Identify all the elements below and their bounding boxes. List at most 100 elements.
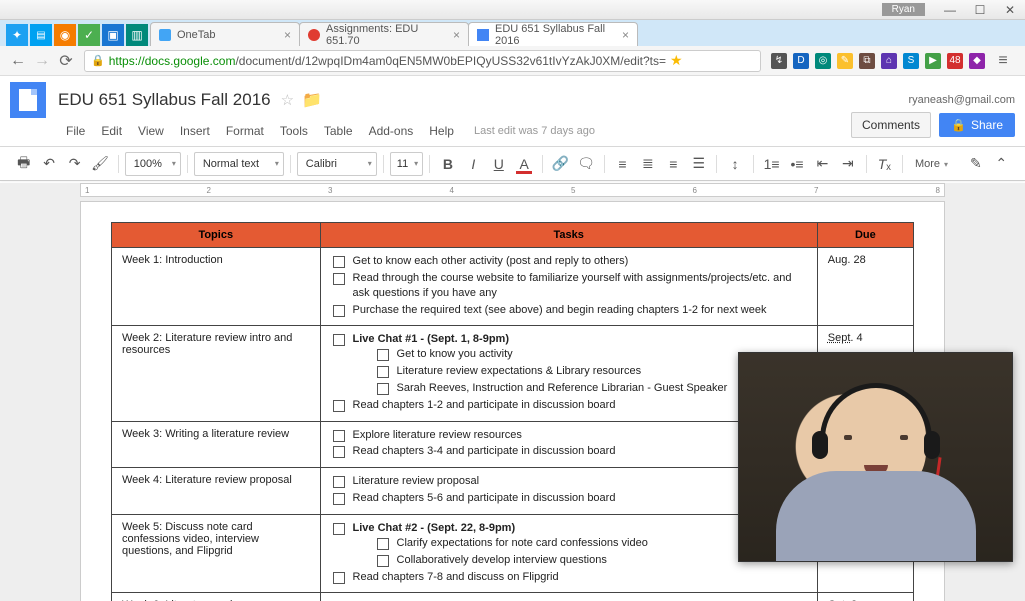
extension-icon[interactable]: D: [793, 53, 809, 69]
extension-badge-icon[interactable]: 48: [947, 53, 963, 69]
browser-menu-icon[interactable]: ≡: [991, 49, 1015, 73]
clear-format-icon[interactable]: Tₓ: [873, 152, 896, 176]
align-center-icon[interactable]: ≣: [636, 152, 659, 176]
gdocs-logo-icon[interactable]: [10, 82, 46, 118]
forward-button[interactable]: →: [30, 49, 54, 73]
table-row[interactable]: Week 1: IntroductionGet to know each oth…: [112, 248, 914, 326]
browser-tab-canvas[interactable]: Assignments: EDU 651.70 ×: [299, 22, 469, 46]
align-right-icon[interactable]: ≡: [662, 152, 685, 176]
pinned-tab[interactable]: ▥: [126, 24, 148, 46]
menus-row: File Edit View Insert Format Tools Table…: [0, 118, 1025, 146]
share-button[interactable]: 🔒 Share: [939, 113, 1015, 137]
docs-header: EDU 651 Syllabus Fall 2016 ☆ 📁 ryaneash@…: [0, 76, 1025, 147]
webcam-overlay: [738, 352, 1013, 562]
extension-icon[interactable]: ✎: [837, 53, 853, 69]
font-size-dropdown[interactable]: 11: [390, 152, 423, 176]
user-email[interactable]: ryaneash@gmail.com: [908, 94, 1015, 106]
tab-label: Assignments: EDU 651.70: [326, 23, 449, 47]
bookmark-star-icon[interactable]: ★: [670, 52, 683, 69]
font-dropdown[interactable]: Calibri: [297, 152, 377, 176]
ruler-mark: 6: [693, 186, 697, 195]
cell-topic[interactable]: Week 3: Writing a literature review: [112, 421, 321, 468]
comments-button[interactable]: Comments: [851, 112, 931, 138]
window-close-button[interactable]: ✕: [995, 0, 1025, 20]
pinned-tab[interactable]: ▤: [30, 24, 52, 46]
link-icon[interactable]: 🔗: [549, 152, 572, 176]
star-icon[interactable]: ☆: [281, 91, 294, 109]
menu-tools[interactable]: Tools: [272, 120, 316, 142]
pinned-tab[interactable]: ◉: [54, 24, 76, 46]
browser-tab-docs[interactable]: EDU 651 Syllabus Fall 2016 ×: [468, 22, 638, 46]
col-topics: Topics: [112, 223, 321, 248]
ruler[interactable]: 1 2 3 4 5 6 7 8: [80, 183, 945, 197]
extension-icon[interactable]: ◎: [815, 53, 831, 69]
extension-icon[interactable]: ▶: [925, 53, 941, 69]
extension-icon[interactable]: ⧉: [859, 53, 875, 69]
line-spacing-icon[interactable]: ↕: [723, 152, 746, 176]
document-title[interactable]: EDU 651 Syllabus Fall 2016: [58, 90, 271, 110]
decrease-indent-icon[interactable]: ⇤: [811, 152, 834, 176]
cell-topic[interactable]: Week 4: Literature review proposal: [112, 468, 321, 515]
lock-icon: 🔒: [91, 54, 105, 67]
more-button[interactable]: More: [909, 158, 962, 170]
cell-tasks[interactable]: Get to know each other activity (post an…: [320, 248, 817, 326]
align-justify-icon[interactable]: ☰: [687, 152, 710, 176]
cell-due[interactable]: Oct. 2: [817, 593, 913, 601]
table-row[interactable]: Week 6: Literature reviewLiterature revi…: [112, 593, 914, 601]
pinned-tab[interactable]: ▣: [102, 24, 124, 46]
menu-insert[interactable]: Insert: [172, 120, 218, 142]
underline-icon[interactable]: U: [487, 152, 510, 176]
chevron-up-icon[interactable]: ⌃: [990, 152, 1013, 176]
comment-icon[interactable]: 🗨: [574, 152, 597, 176]
zoom-dropdown[interactable]: 100%: [125, 152, 181, 176]
edit-mode-icon[interactable]: ✎: [964, 152, 987, 176]
cell-topic[interactable]: Week 5: Discuss note card confessions vi…: [112, 514, 321, 592]
col-due: Due: [817, 223, 913, 248]
extension-icon[interactable]: ⌂: [881, 53, 897, 69]
tab-close-icon[interactable]: ×: [280, 28, 291, 42]
folder-icon[interactable]: 📁: [302, 90, 322, 110]
cell-topic[interactable]: Week 1: Introduction: [112, 248, 321, 326]
tab-label: EDU 651 Syllabus Fall 2016: [495, 23, 618, 47]
browser-tab-onetab[interactable]: OneTab ×: [150, 22, 300, 46]
style-dropdown[interactable]: Normal text: [194, 152, 284, 176]
paint-format-icon[interactable]: 🖌: [88, 152, 111, 176]
bulleted-list-icon[interactable]: •≡: [785, 152, 808, 176]
cell-topic[interactable]: Week 2: Literature review intro and reso…: [112, 326, 321, 421]
url-path: /document/d/12wpqIDm4am0qEN5MW0bEPIQyUSS…: [235, 54, 666, 68]
cell-tasks[interactable]: Literature review annotated bibliography…: [320, 593, 817, 601]
extension-icon[interactable]: ◆: [969, 53, 985, 69]
menu-table[interactable]: Table: [316, 120, 361, 142]
menu-edit[interactable]: Edit: [93, 120, 130, 142]
italic-icon[interactable]: I: [462, 152, 485, 176]
menu-file[interactable]: File: [58, 120, 93, 142]
pinned-tab[interactable]: ✓: [78, 24, 100, 46]
extension-icon[interactable]: ↯: [771, 53, 787, 69]
url-bar[interactable]: 🔒 https://docs.google.com/document/d/12w…: [84, 50, 761, 72]
bold-icon[interactable]: B: [436, 152, 459, 176]
browser-tabs-row: ✦ ▤ ◉ ✓ ▣ ▥ OneTab × Assignments: EDU 65…: [0, 20, 1025, 46]
text-color-icon[interactable]: A: [512, 152, 535, 176]
tab-close-icon[interactable]: ×: [618, 28, 629, 42]
pinned-tab[interactable]: ✦: [6, 24, 28, 46]
increase-indent-icon[interactable]: ⇥: [836, 152, 859, 176]
align-left-icon[interactable]: ≡: [611, 152, 634, 176]
numbered-list-icon[interactable]: 1≡: [760, 152, 783, 176]
tab-label: OneTab: [177, 29, 216, 41]
menu-help[interactable]: Help: [421, 120, 462, 142]
extension-icon[interactable]: S: [903, 53, 919, 69]
redo-icon[interactable]: ↷: [63, 152, 86, 176]
canvas-icon: [308, 29, 320, 41]
cell-topic[interactable]: Week 6: Literature review: [112, 593, 321, 601]
menu-view[interactable]: View: [130, 120, 172, 142]
reload-button[interactable]: ⟳: [54, 49, 78, 73]
window-maximize-button[interactable]: ☐: [965, 0, 995, 20]
tab-close-icon[interactable]: ×: [449, 28, 460, 42]
undo-icon[interactable]: ↶: [37, 152, 60, 176]
window-minimize-button[interactable]: —: [935, 0, 965, 20]
menu-addons[interactable]: Add-ons: [361, 120, 422, 142]
menu-format[interactable]: Format: [218, 120, 272, 142]
print-icon[interactable]: 🖶: [12, 152, 35, 176]
back-button[interactable]: ←: [6, 49, 30, 73]
cell-due[interactable]: Aug. 28: [817, 248, 913, 326]
